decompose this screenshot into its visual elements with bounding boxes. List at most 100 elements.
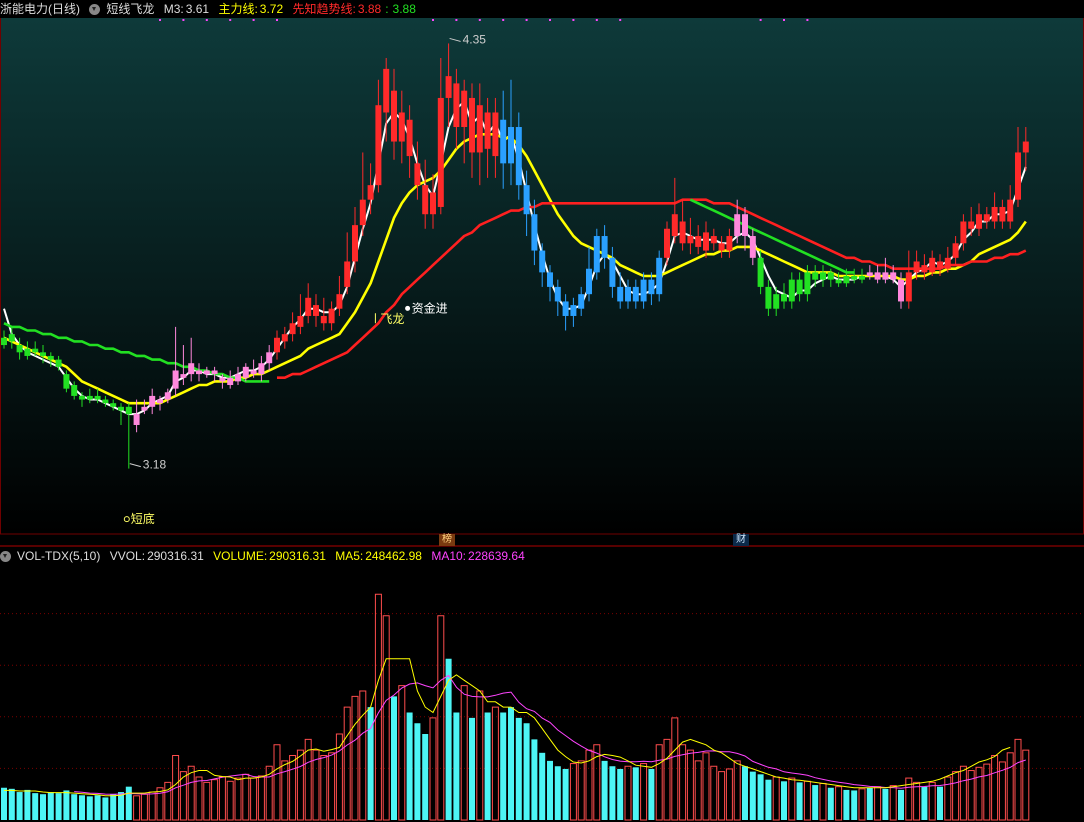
volume-bar-up [226,780,234,821]
volume-header: VOL-TDX(5,10) VVOL: 290316.31 VOLUME: 2903… [0,547,531,565]
candle-body [960,221,967,244]
vol-indicator-name[interactable]: VOL-TDX(5,10) [17,549,100,563]
volume-bar-up [320,755,328,821]
candle-body [196,370,202,375]
candle-body [781,294,787,302]
volume-bar-up [398,685,406,821]
candle-body [812,272,819,280]
candle-body [484,112,491,149]
candle-body [921,265,928,273]
candle-body [118,406,124,411]
signal-dot [525,19,528,21]
signal-dot [502,19,505,21]
candle-body [55,359,62,367]
trend-line-label: 先知趋势线: [292,2,356,16]
candle-body [586,268,592,295]
trend-value-green: 3.88 [392,2,416,16]
candle-body [664,228,670,258]
volume-bar-up [702,752,710,821]
annotation-dot [405,305,411,311]
kline-chart[interactable]: 4.35 3.18 短底 飞龙资金进 [0,0,1084,822]
volume-bar-down [827,787,834,820]
candle-body [882,272,889,280]
candle-body [453,83,460,128]
bang-tag[interactable]: 榜 [439,534,455,546]
candle-body [742,214,748,237]
candle-body [219,377,226,382]
volume-bar-up [1014,738,1022,821]
volume-bar-up [273,744,281,821]
volume-bar-up [437,615,445,821]
candle-body [352,225,358,262]
candle-body [1015,152,1021,200]
candle-body [765,286,772,309]
candle-body [695,236,702,247]
candle-body [804,272,811,295]
candle-body [47,355,54,360]
candle-body [289,323,296,335]
vvol-value: 290316.31 [147,549,204,563]
main-line-label: 主力线: [218,2,258,16]
signal-dot [276,19,278,21]
volume-bar-up [967,770,975,821]
volume-bar-up [382,615,390,821]
candle-body [562,301,569,316]
candle-body [687,236,694,244]
trend-value-red: 3.88 [357,2,382,16]
volume-bar-up [133,795,141,821]
volume-bar-down [882,788,889,820]
candle-body [141,406,148,411]
volume-bar-down [851,790,858,820]
candle-body [437,97,444,207]
volume-bar-down [508,707,514,820]
stock-name: 浙能电力 [0,2,49,16]
volume-bar-up [991,755,999,821]
volume-bar-up [351,695,359,821]
period-label: (日线) [48,2,81,16]
volume-bar-up [624,765,632,821]
cai-tag[interactable]: 财 [733,534,749,546]
candle-body [391,90,397,142]
main-line-value: 3.72 [259,2,284,16]
volume-bar-up [257,775,265,821]
candle-body [796,279,803,295]
candle-body [656,257,663,295]
candle-body [24,348,31,356]
candle-body [773,294,780,309]
volume-bar-down [554,766,561,820]
volume-bar-up [710,765,718,821]
candle-body [554,286,561,302]
volume-bar-up [686,749,694,821]
candle-body [999,206,1006,222]
candle-body [632,286,639,302]
candle-body [679,221,686,244]
volume-dropdown-icon[interactable] [0,551,11,562]
volume-bar-up [952,771,960,821]
volume-bar-down [617,768,624,820]
volume-bar-down [632,767,639,820]
volume-bar-down [94,795,101,820]
annotation-label: 短底 [131,511,155,526]
candle-body [63,374,70,389]
volume-bar-up [374,593,382,821]
volume-bar-up [343,706,351,821]
candle-body [359,199,366,226]
candle-body [305,297,312,316]
candle-body [500,119,507,164]
candle-body [102,399,109,404]
candle-body [8,334,15,342]
volume-bar-up [203,781,211,821]
candle-body [648,279,655,295]
volume-bar-down [601,760,608,820]
candle-body [430,192,436,215]
candle-body [445,76,452,98]
candle-body [32,348,39,353]
dropdown-circle-icon[interactable] [89,4,101,15]
volume-bar-up [218,776,226,821]
volume-bar-up [788,777,796,821]
candle-body [898,279,904,302]
volume-bar-up [242,773,250,821]
candle-body [851,276,858,280]
signal-dot [205,19,208,21]
indicator-name[interactable]: 短线飞龙 [106,2,154,16]
